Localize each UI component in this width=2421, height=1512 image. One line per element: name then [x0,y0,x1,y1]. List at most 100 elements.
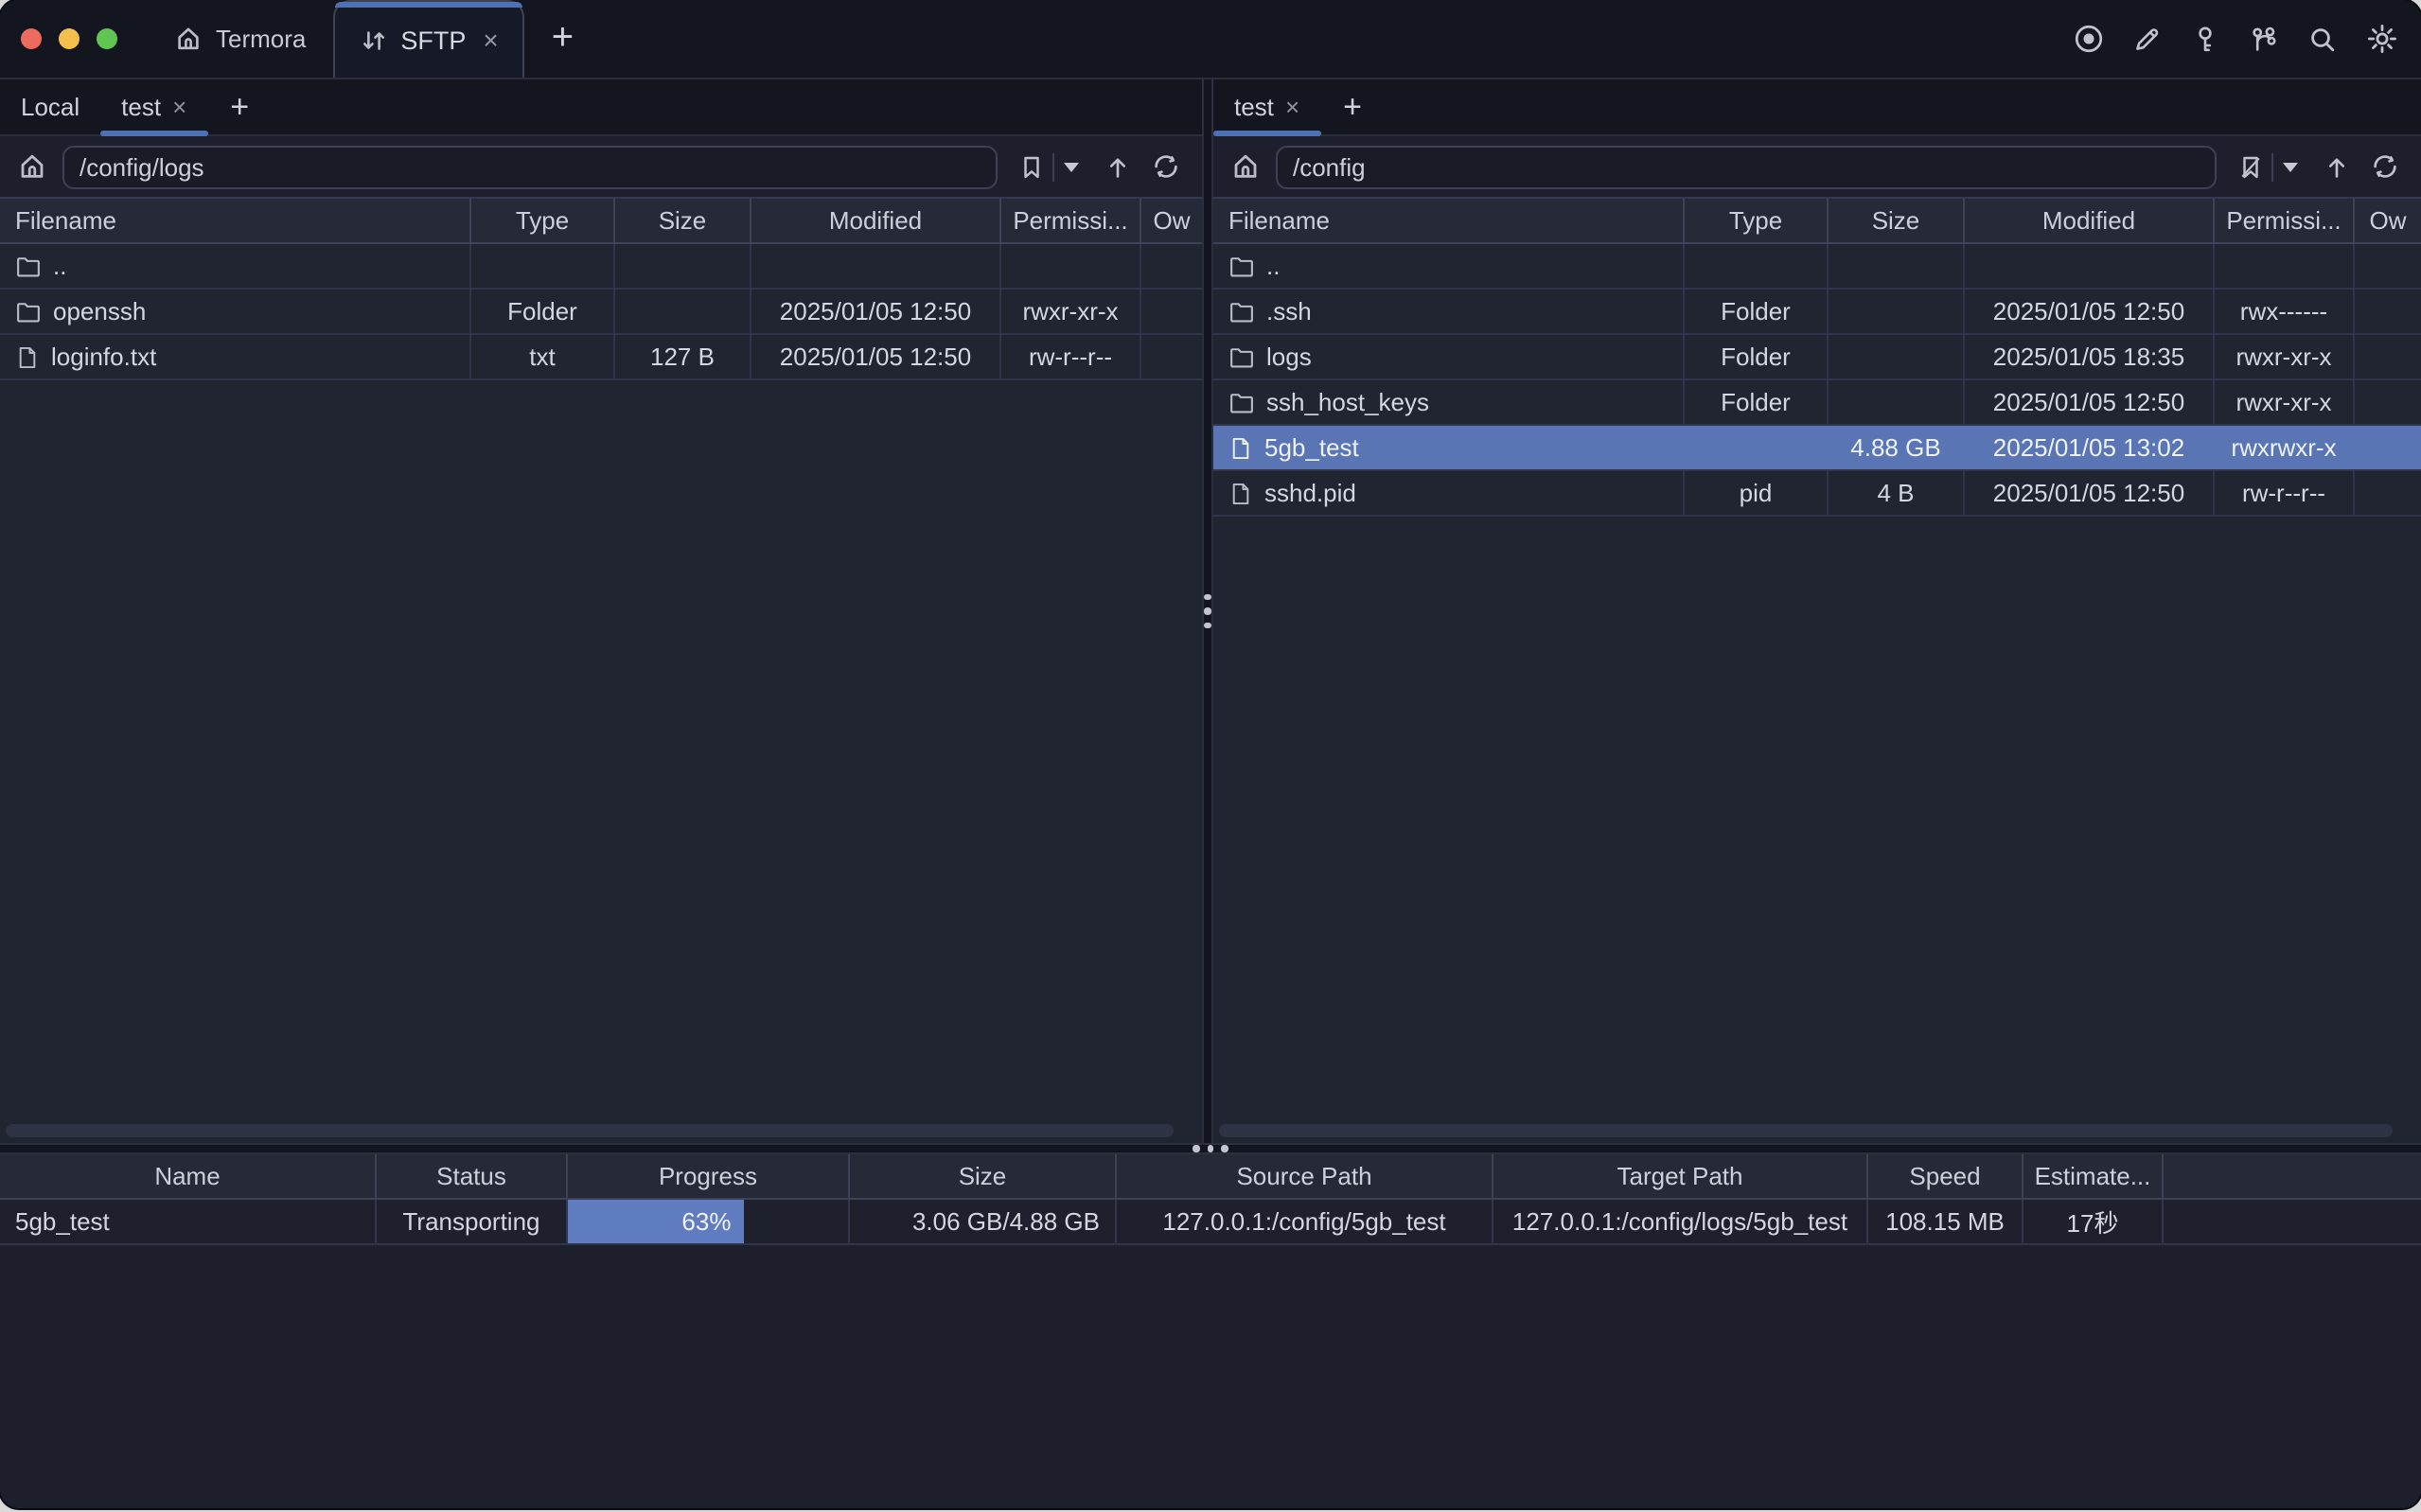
close-window-button[interactable] [21,28,42,49]
bookmark-button[interactable] [1013,146,1051,187]
left-path-controls [1013,146,1185,187]
column-header-ow[interactable]: Ow [1141,199,1202,242]
right-file-table: FilenameTypeSizeModifiedPermissi...Ow ..… [1213,199,2421,1143]
settings-icon [2365,23,2397,55]
scrollbar-thumb[interactable] [6,1124,1174,1137]
column-header-permissi[interactable]: Permissi... [2215,199,2355,242]
cell-owner [2355,380,2421,424]
transfer-column-estimate[interactable]: Estimate... [2023,1154,2164,1198]
file-row[interactable]: loginfo.txt txt 127 B 2025/01/05 12:50 r… [0,335,1202,380]
cell-filename: .. [0,244,471,288]
parent-directory-button[interactable] [1098,146,1136,187]
close-icon[interactable]: × [172,93,186,121]
parent-directory-button[interactable] [2317,146,2355,187]
vertical-splitter[interactable] [1202,79,1213,1143]
zoom-window-button[interactable] [97,28,117,49]
column-header-filename[interactable]: Filename [1213,199,1685,242]
file-row[interactable]: .ssh Folder 2025/01/05 12:50 rwx------ [1213,290,2421,335]
transfer-table-header: NameStatusProgressSizeSource PathTarget … [0,1154,2421,1200]
column-header-modified[interactable]: Modified [1965,199,2215,242]
cell-speed: 108.15 MB [1868,1200,2023,1243]
cell-transfer-name: 5gb_test [0,1200,377,1243]
column-header-type[interactable]: Type [471,199,615,242]
record-icon [2072,23,2104,55]
transfer-column-targetpath[interactable]: Target Path [1493,1154,1868,1198]
search-button[interactable] [2302,18,2343,60]
arrow-up-icon [1103,152,1131,181]
cell-filename: loginfo.txt [0,335,471,378]
record-button[interactable] [2067,18,2109,60]
tab-termora-home[interactable]: Termora [174,0,306,78]
close-icon[interactable]: × [483,25,498,55]
transfer-column-speed[interactable]: Speed [1868,1154,2023,1198]
cell-owner [2355,426,2421,469]
cell-modified: 2025/01/05 12:50 [1965,290,2215,333]
file-row[interactable]: openssh Folder 2025/01/05 12:50 rwxr-xr-… [0,290,1202,335]
progress-fill: 63% [568,1200,744,1243]
scrollbar-thumb[interactable] [1219,1124,2392,1137]
file-row[interactable]: 5gb_test 4.88 GB 2025/01/05 13:02 rwxrwx… [1213,426,2421,471]
cell-owner [1141,335,1202,378]
cell-filename: .. [1213,244,1685,288]
divider [2271,152,2273,181]
tab-label: test [121,93,161,121]
tab-sftp[interactable]: SFTP × [332,0,524,78]
keys-button[interactable] [2184,18,2226,60]
transfer-column-name[interactable]: Name [0,1154,377,1198]
tab-test-right[interactable]: test × [1213,79,1320,134]
settings-button[interactable] [2360,18,2402,60]
column-header-size[interactable]: Size [1829,199,1965,242]
cell-size: 127 B [615,335,751,378]
file-row[interactable]: ssh_host_keys Folder 2025/01/05 12:50 rw… [1213,380,2421,426]
minimize-window-button[interactable] [59,28,80,49]
transfer-column-progress[interactable]: Progress [568,1154,850,1198]
chevron-down-icon[interactable] [1064,162,1079,171]
cell-modified: 2025/01/05 12:50 [751,335,1001,378]
file-row[interactable]: sshd.pid pid 4 B 2025/01/05 12:50 rw-r--… [1213,471,2421,517]
titlebar-actions [2067,0,2421,78]
bookmark-remove-button[interactable] [2232,146,2270,187]
column-header-size[interactable]: Size [615,199,751,242]
tab-local[interactable]: Local [0,79,100,134]
transfer-column-sourcepath[interactable]: Source Path [1117,1154,1493,1198]
file-row[interactable]: logs Folder 2025/01/05 18:35 rwxr-xr-x [1213,335,2421,380]
transfer-row[interactable]: 5gb_test Transporting 63% 3.06 GB/4.88 G… [0,1200,2421,1245]
transfer-column-size[interactable]: Size [850,1154,1117,1198]
app-tab-label: Termora [216,25,306,53]
folder-icon [1228,389,1255,415]
horizontal-splitter[interactable] [0,1143,2421,1154]
add-tab-button[interactable]: + [1320,79,1385,134]
new-tab-button[interactable]: + [525,0,600,78]
cell-type [1685,244,1829,288]
cell-target-path: 127.0.0.1:/config/logs/5gb_test [1493,1200,1868,1243]
path-input[interactable] [1276,145,2217,188]
column-header-ow[interactable]: Ow [2355,199,2421,242]
chevron-down-icon[interactable] [2283,162,2298,171]
file-row[interactable]: .. [0,244,1202,290]
refresh-button[interactable] [2366,146,2404,187]
column-header-permissi[interactable]: Permissi... [1001,199,1141,242]
cell-modified: 2025/01/05 18:35 [1965,335,2215,378]
close-icon[interactable]: × [1285,93,1299,121]
edit-button[interactable] [2126,18,2167,60]
keychain-button[interactable] [2243,18,2285,60]
cell-modified: 2025/01/05 12:50 [1965,380,2215,424]
file-panes: Local test × + [0,79,2421,1143]
cell-transfer-size: 3.06 GB/4.88 GB [850,1200,1117,1243]
column-header-type[interactable]: Type [1685,199,1829,242]
add-tab-button[interactable]: + [207,79,272,134]
column-header-filename[interactable]: Filename [0,199,471,242]
path-input[interactable] [62,145,998,188]
refresh-button[interactable] [1147,146,1185,187]
horizontal-scrollbar[interactable] [1219,1124,2404,1137]
cell-permissions: rwxr-xr-x [1001,290,1141,333]
tab-test-left[interactable]: test × [100,79,207,134]
transfer-table-body: 5gb_test Transporting 63% 3.06 GB/4.88 G… [0,1200,2421,1245]
transfer-column-status[interactable]: Status [377,1154,568,1198]
column-header-modified[interactable]: Modified [751,199,1001,242]
home-icon[interactable] [1230,151,1261,182]
home-icon[interactable] [17,151,47,182]
file-row[interactable]: .. [1213,244,2421,290]
horizontal-scrollbar[interactable] [6,1124,1185,1137]
active-tab-indicator [334,2,522,8]
